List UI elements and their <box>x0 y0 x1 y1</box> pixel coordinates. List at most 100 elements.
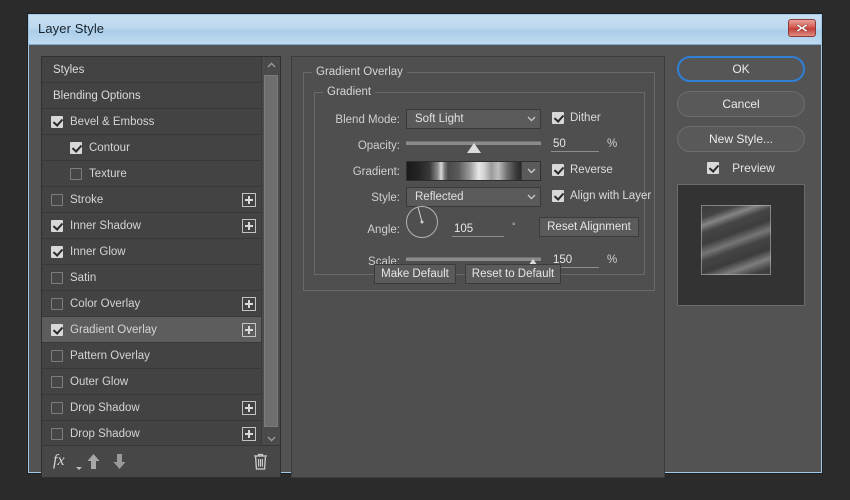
opacity-input[interactable]: 50 <box>551 135 599 152</box>
angle-dial-hub <box>421 221 424 224</box>
style-checkbox[interactable] <box>51 350 63 362</box>
style-row-stroke[interactable]: Stroke <box>42 187 262 213</box>
add-effect-button[interactable] <box>242 193 256 207</box>
dialog-title: Layer Style <box>38 21 104 36</box>
add-effect-button[interactable] <box>242 323 256 337</box>
scale-slider-track <box>406 257 541 261</box>
style-row-outer-glow[interactable]: Outer Glow <box>42 369 262 395</box>
gradient-subgroup: Gradient Blend Mode: Soft Light Dither <box>314 92 645 275</box>
gradient-overlay-group-title: Gradient Overlay <box>312 66 407 78</box>
reset-alignment-button[interactable]: Reset Alignment <box>539 217 639 237</box>
close-button[interactable] <box>788 19 816 37</box>
fx-menu-icon: fx <box>53 452 65 469</box>
style-row-gradient-overlay[interactable]: Gradient Overlay <box>42 317 262 343</box>
style-checkbox[interactable] <box>51 116 63 128</box>
cancel-button[interactable]: Cancel <box>677 91 805 117</box>
opacity-slider-handle[interactable] <box>467 143 481 153</box>
style-row-label: Blending Options <box>53 90 141 102</box>
style-checkbox[interactable] <box>51 402 63 414</box>
style-checkbox[interactable] <box>70 168 82 180</box>
style-checkbox[interactable] <box>51 376 63 388</box>
add-effect-button[interactable] <box>242 401 256 415</box>
preview-layer-shape <box>701 205 771 275</box>
style-checkbox[interactable] <box>51 428 63 440</box>
style-checkbox[interactable] <box>51 272 63 284</box>
style-checkbox[interactable] <box>70 142 82 154</box>
align-with-layer-label: Align with Layer <box>570 190 651 202</box>
style-row-styles[interactable]: Styles <box>42 57 262 83</box>
angle-input[interactable]: 105 <box>452 220 504 237</box>
add-effect-button[interactable] <box>242 427 256 441</box>
style-row-label: Bevel & Emboss <box>70 116 154 128</box>
reverse-label: Reverse <box>570 164 613 176</box>
style-checkbox[interactable] <box>51 324 63 336</box>
scroll-up-button[interactable] <box>262 57 280 73</box>
blend-mode-select[interactable]: Soft Light <box>406 109 541 129</box>
style-row-label: Drop Shadow <box>70 402 140 414</box>
style-row-drop-shadow[interactable]: Drop Shadow <box>42 395 262 421</box>
style-checkbox[interactable] <box>51 246 63 258</box>
style-row-label: Pattern Overlay <box>70 350 150 362</box>
add-effect-button[interactable] <box>242 297 256 311</box>
make-default-button[interactable]: Make Default <box>374 264 456 284</box>
style-row-pattern-overlay[interactable]: Pattern Overlay <box>42 343 262 369</box>
reverse-checkbox[interactable] <box>552 164 564 176</box>
preview-checkbox[interactable] <box>707 162 719 174</box>
angle-label: Angle: <box>314 224 400 236</box>
move-up-button[interactable] <box>86 453 101 475</box>
style-row-blending-options[interactable]: Blending Options <box>42 83 262 109</box>
add-effect-button[interactable] <box>242 219 256 233</box>
opacity-slider[interactable] <box>406 138 541 154</box>
style-checkbox[interactable] <box>51 220 63 232</box>
style-row-contour[interactable]: Contour <box>42 135 262 161</box>
styles-list: Styles Blending Options Bevel & Emboss Cont… <box>42 57 262 447</box>
gradient-overlay-panel: Gradient Overlay Gradient Blend Mode: So… <box>291 56 665 478</box>
trash-icon <box>253 453 268 470</box>
ok-button[interactable]: OK <box>677 56 805 82</box>
align-with-layer-checkbox[interactable] <box>552 190 564 202</box>
dialog-titlebar[interactable]: Layer Style <box>29 15 821 45</box>
style-row-drop-shadow[interactable]: Drop Shadow <box>42 421 262 447</box>
style-row-label: Drop Shadow <box>70 428 140 440</box>
style-row-bevel-emboss[interactable]: Bevel & Emboss <box>42 109 262 135</box>
gradient-preview-swatch[interactable] <box>406 161 541 181</box>
style-checkbox[interactable] <box>51 194 63 206</box>
scale-unit: % <box>607 254 617 266</box>
layer-preview-thumbnail <box>677 184 805 306</box>
chevron-down-icon[interactable] <box>521 162 540 180</box>
dither-checkbox[interactable] <box>552 112 564 124</box>
arrow-down-icon <box>112 453 127 470</box>
opacity-value: 50 <box>551 137 566 151</box>
style-row-label: Contour <box>89 142 130 154</box>
style-select[interactable]: Reflected <box>406 187 541 207</box>
new-style-button[interactable]: New Style... <box>677 126 805 152</box>
style-checkbox[interactable] <box>51 298 63 310</box>
style-row-color-overlay[interactable]: Color Overlay <box>42 291 262 317</box>
chevron-up-icon <box>267 62 276 68</box>
style-row-label: Inner Shadow <box>70 220 141 232</box>
style-row-texture[interactable]: Texture <box>42 161 262 187</box>
dialog-actions: OK Cancel New Style... Preview <box>677 56 811 306</box>
fx-caret-icon <box>76 467 82 470</box>
delete-effect-button[interactable] <box>253 453 268 475</box>
gradient-overlay-group: Gradient Overlay Gradient Blend Mode: So… <box>303 72 655 291</box>
style-row-inner-glow[interactable]: Inner Glow <box>42 239 262 265</box>
scrollbar-thumb[interactable] <box>264 75 278 427</box>
gradient-subgroup-title: Gradient <box>323 86 375 98</box>
angle-dial[interactable] <box>406 206 438 238</box>
fx-menu-button[interactable]: fx <box>53 452 65 470</box>
angle-unit: ° <box>512 221 516 231</box>
opacity-unit: % <box>607 138 617 150</box>
styles-list-scrollbar[interactable] <box>261 57 280 447</box>
style-row-inner-shadow[interactable]: Inner Shadow <box>42 213 262 239</box>
dither-checkbox-row[interactable]: Dither <box>552 112 601 124</box>
reverse-checkbox-row[interactable]: Reverse <box>552 164 613 176</box>
styles-panel: Styles Blending Options Bevel & Emboss Cont… <box>41 56 281 478</box>
dialog-body: Styles Blending Options Bevel & Emboss Cont… <box>29 45 821 472</box>
preview-label: Preview <box>732 161 775 175</box>
move-down-button[interactable] <box>112 453 127 475</box>
align-with-layer-checkbox-row[interactable]: Align with Layer <box>552 190 651 202</box>
preview-checkbox-row[interactable]: Preview <box>677 161 805 175</box>
style-row-satin[interactable]: Satin <box>42 265 262 291</box>
reset-to-default-button[interactable]: Reset to Default <box>465 264 561 284</box>
